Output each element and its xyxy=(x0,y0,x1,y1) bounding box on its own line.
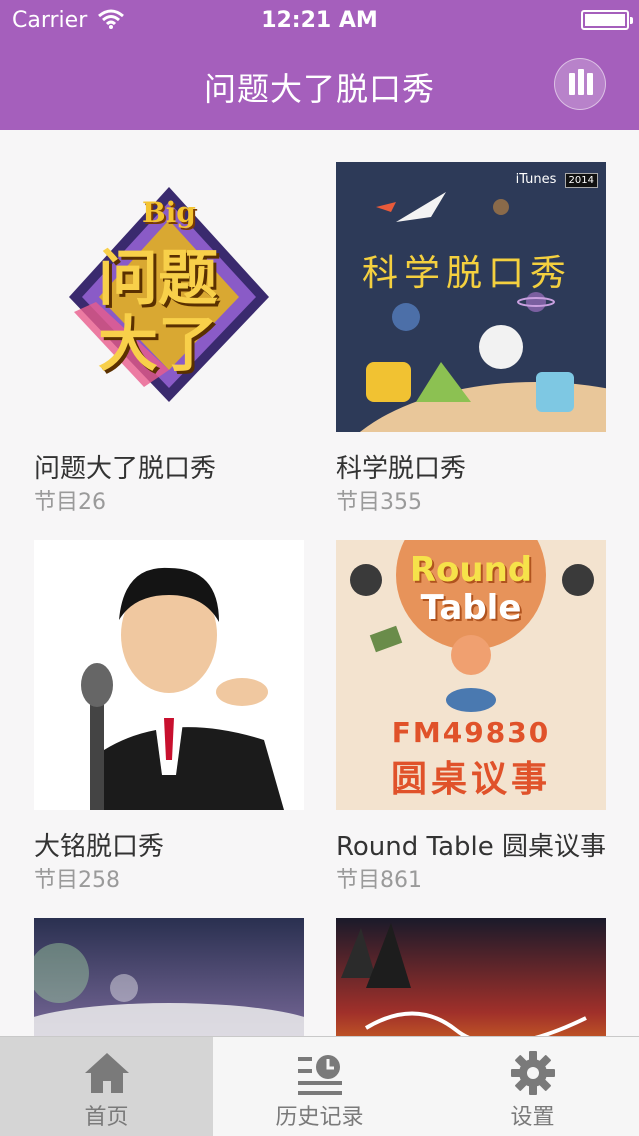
show-cover[interactable] xyxy=(336,918,606,1036)
sky-cover-image xyxy=(34,943,304,1036)
show-cover[interactable]: Big 问题大了 xyxy=(34,162,304,432)
cover-table-text: Table xyxy=(420,588,522,628)
show-cover[interactable] xyxy=(34,918,304,1036)
episode-count: 节目26 xyxy=(34,490,106,515)
show-title: Round Table 圆桌议事 xyxy=(336,832,607,862)
show-title: 问题大了脱口秀 xyxy=(34,454,217,484)
tab-history[interactable]: 历史记录 xyxy=(213,1037,426,1136)
equalizer-icon[interactable] xyxy=(554,58,606,110)
gear-icon xyxy=(510,1051,555,1095)
logo-big-text: Big xyxy=(142,196,196,229)
tab-home[interactable]: 首页 xyxy=(0,1037,213,1136)
tab-bar: 首页 历史记录 设置 xyxy=(0,1036,639,1136)
status-bar: Carrier 12:21 AM xyxy=(0,0,639,40)
host-caricature-image xyxy=(81,567,284,810)
show-cover[interactable]: iTunes 2014 科学脱口秀 xyxy=(336,162,606,432)
cover-cn-text: 圆桌议事 xyxy=(390,759,551,800)
show-title: 科学脱口秀 xyxy=(336,454,467,484)
show-grid: Big 问题大了 问题大了脱口秀 节目26 iTunes 2014 科学脱口秀 … xyxy=(0,130,639,1036)
cover-fm-text: FM49830 xyxy=(391,716,551,749)
show-cover[interactable] xyxy=(34,540,304,810)
itunes-badge: iTunes 2014 xyxy=(516,172,598,188)
show-cover[interactable]: Round Table FM49830 圆桌议事 xyxy=(336,540,606,810)
home-icon xyxy=(84,1053,129,1093)
science-cover-image xyxy=(360,192,606,432)
tab-settings[interactable]: 设置 xyxy=(426,1037,639,1136)
episode-count: 节目861 xyxy=(336,868,422,893)
painted-cover-image xyxy=(341,923,587,1036)
clock: 12:21 AM xyxy=(261,8,378,33)
episode-count: 节目355 xyxy=(336,490,422,515)
history-icon xyxy=(297,1055,342,1095)
tab-label: 历史记录 xyxy=(275,1105,364,1130)
tab-label: 首页 xyxy=(84,1105,129,1130)
page-title: 问题大了脱口秀 xyxy=(203,70,435,108)
show-title: 大铭脱口秀 xyxy=(34,832,165,862)
battery-icon xyxy=(581,10,633,30)
nav-bar: Carrier 12:21 AM 问题大了脱口秀 xyxy=(0,0,639,130)
tab-label: 设置 xyxy=(510,1105,555,1130)
episode-count: 节目258 xyxy=(34,868,120,893)
logo-title-text: 问题大了 xyxy=(98,244,218,380)
cover-title-text: 科学脱口秀 xyxy=(362,253,573,294)
cover-round-text: Round xyxy=(409,550,533,590)
